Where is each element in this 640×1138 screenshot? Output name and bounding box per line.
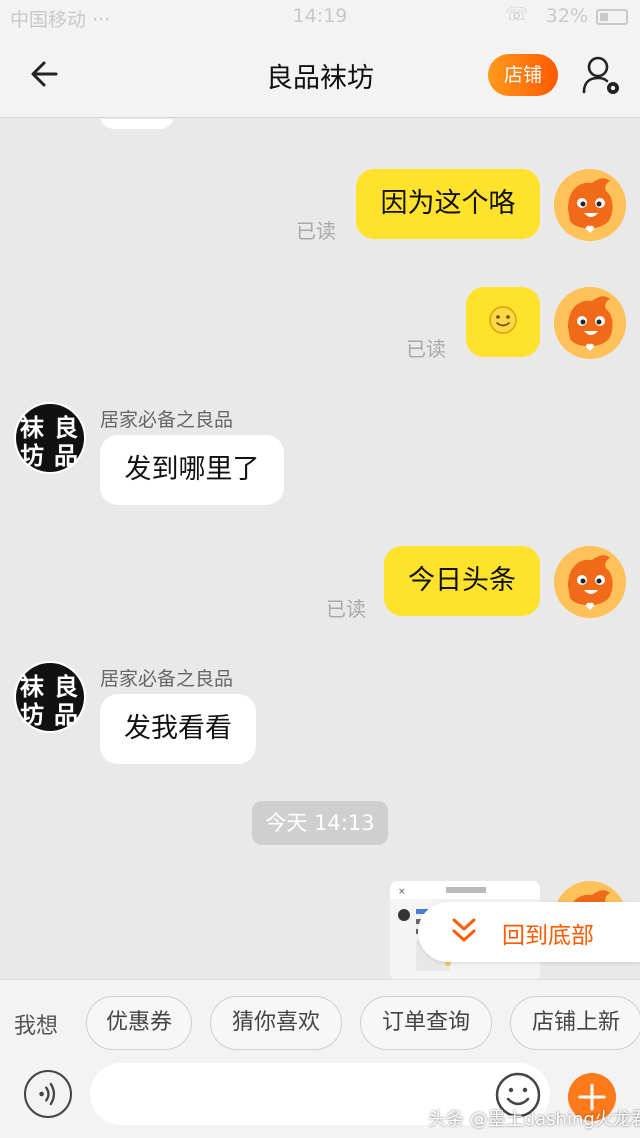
watermark: 头条 @墨土dashing火龙君 <box>428 1109 640 1130</box>
chip-coupons[interactable]: 优惠券 <box>86 996 192 1050</box>
message-bubble-partial <box>100 119 174 129</box>
svg-text:×: × <box>398 887 406 897</box>
sender-name: 居家必备之良品 <box>100 409 234 431</box>
back-to-bottom-label: 回到底部 <box>502 923 594 949</box>
my-avatar[interactable] <box>554 287 626 359</box>
my-avatar[interactable] <box>554 546 626 618</box>
smile-emoji-icon <box>489 306 517 334</box>
svg-text:袜: 袜 <box>20 414 44 442</box>
back-to-bottom-button[interactable]: 回到底部 <box>418 902 640 962</box>
user-settings-icon[interactable] <box>578 52 624 98</box>
chip-new-arrivals[interactable]: 店铺上新 <box>510 996 640 1050</box>
message-bubble-outgoing[interactable]: 因为这个咯 <box>356 169 540 239</box>
timestamp-divider: 今天 14:13 <box>252 801 388 845</box>
double-chevron-down-icon <box>452 918 476 942</box>
message-bubble-outgoing[interactable]: 今日头条 <box>384 546 540 616</box>
message-bubble-incoming[interactable]: 发到哪里了 <box>100 435 284 505</box>
battery-icon <box>596 9 628 25</box>
message-bubble-outgoing-emoji[interactable] <box>466 287 540 357</box>
svg-text:袜: 袜 <box>20 673 44 701</box>
shop-logo-icon: 袜 良 坊 品 <box>14 402 86 474</box>
chat-list[interactable]: 已读 因为这个咯 已读 袜 良 坊 品 居家必备之良品 发到哪里了 已读 今日头… <box>0 119 640 979</box>
chat-header: 良品袜坊 店铺 <box>0 34 640 118</box>
sender-name: 居家必备之良品 <box>100 668 234 690</box>
svg-text:品: 品 <box>54 701 78 729</box>
mascot-avatar-icon <box>554 169 626 241</box>
shop-avatar[interactable]: 袜 良 坊 品 <box>14 661 86 733</box>
svg-text:品: 品 <box>54 442 78 470</box>
read-receipt: 已读 <box>406 337 446 361</box>
input-bar: 头条 @墨土dashing火龙君 <box>0 1063 640 1138</box>
message-bubble-incoming[interactable]: 发我看看 <box>100 694 256 764</box>
chip-order-lookup[interactable]: 订单查询 <box>360 996 492 1050</box>
mascot-avatar-icon <box>554 546 626 618</box>
voice-input-icon[interactable] <box>24 1070 72 1118</box>
chip-recommendations[interactable]: 猜你喜欢 <box>210 996 342 1050</box>
read-receipt: 已读 <box>296 219 336 243</box>
my-avatar[interactable] <box>554 169 626 241</box>
clock: 14:19 <box>292 5 348 27</box>
shop-avatar[interactable]: 袜 良 坊 品 <box>14 402 86 474</box>
mascot-avatar-icon <box>554 287 626 359</box>
quick-actions-label: 我想 <box>14 1014 59 1039</box>
svg-text:良: 良 <box>54 673 78 701</box>
shop-button[interactable]: 店铺 <box>488 54 558 96</box>
read-receipt: 已读 <box>326 597 366 621</box>
shop-logo-icon: 袜 良 坊 品 <box>14 661 86 733</box>
signal-icon: ☏ <box>505 4 528 25</box>
quick-actions-bar: 我想 优惠券 猜你喜欢 订单查询 店铺上新 <box>0 979 640 1065</box>
battery-percent: 32% <box>545 5 588 27</box>
svg-text:良: 良 <box>54 414 78 442</box>
status-bar: 中国移动 ··· 14:19 ☏ 32% <box>0 0 640 34</box>
svg-text:坊: 坊 <box>20 442 44 470</box>
svg-text:坊: 坊 <box>20 701 44 729</box>
